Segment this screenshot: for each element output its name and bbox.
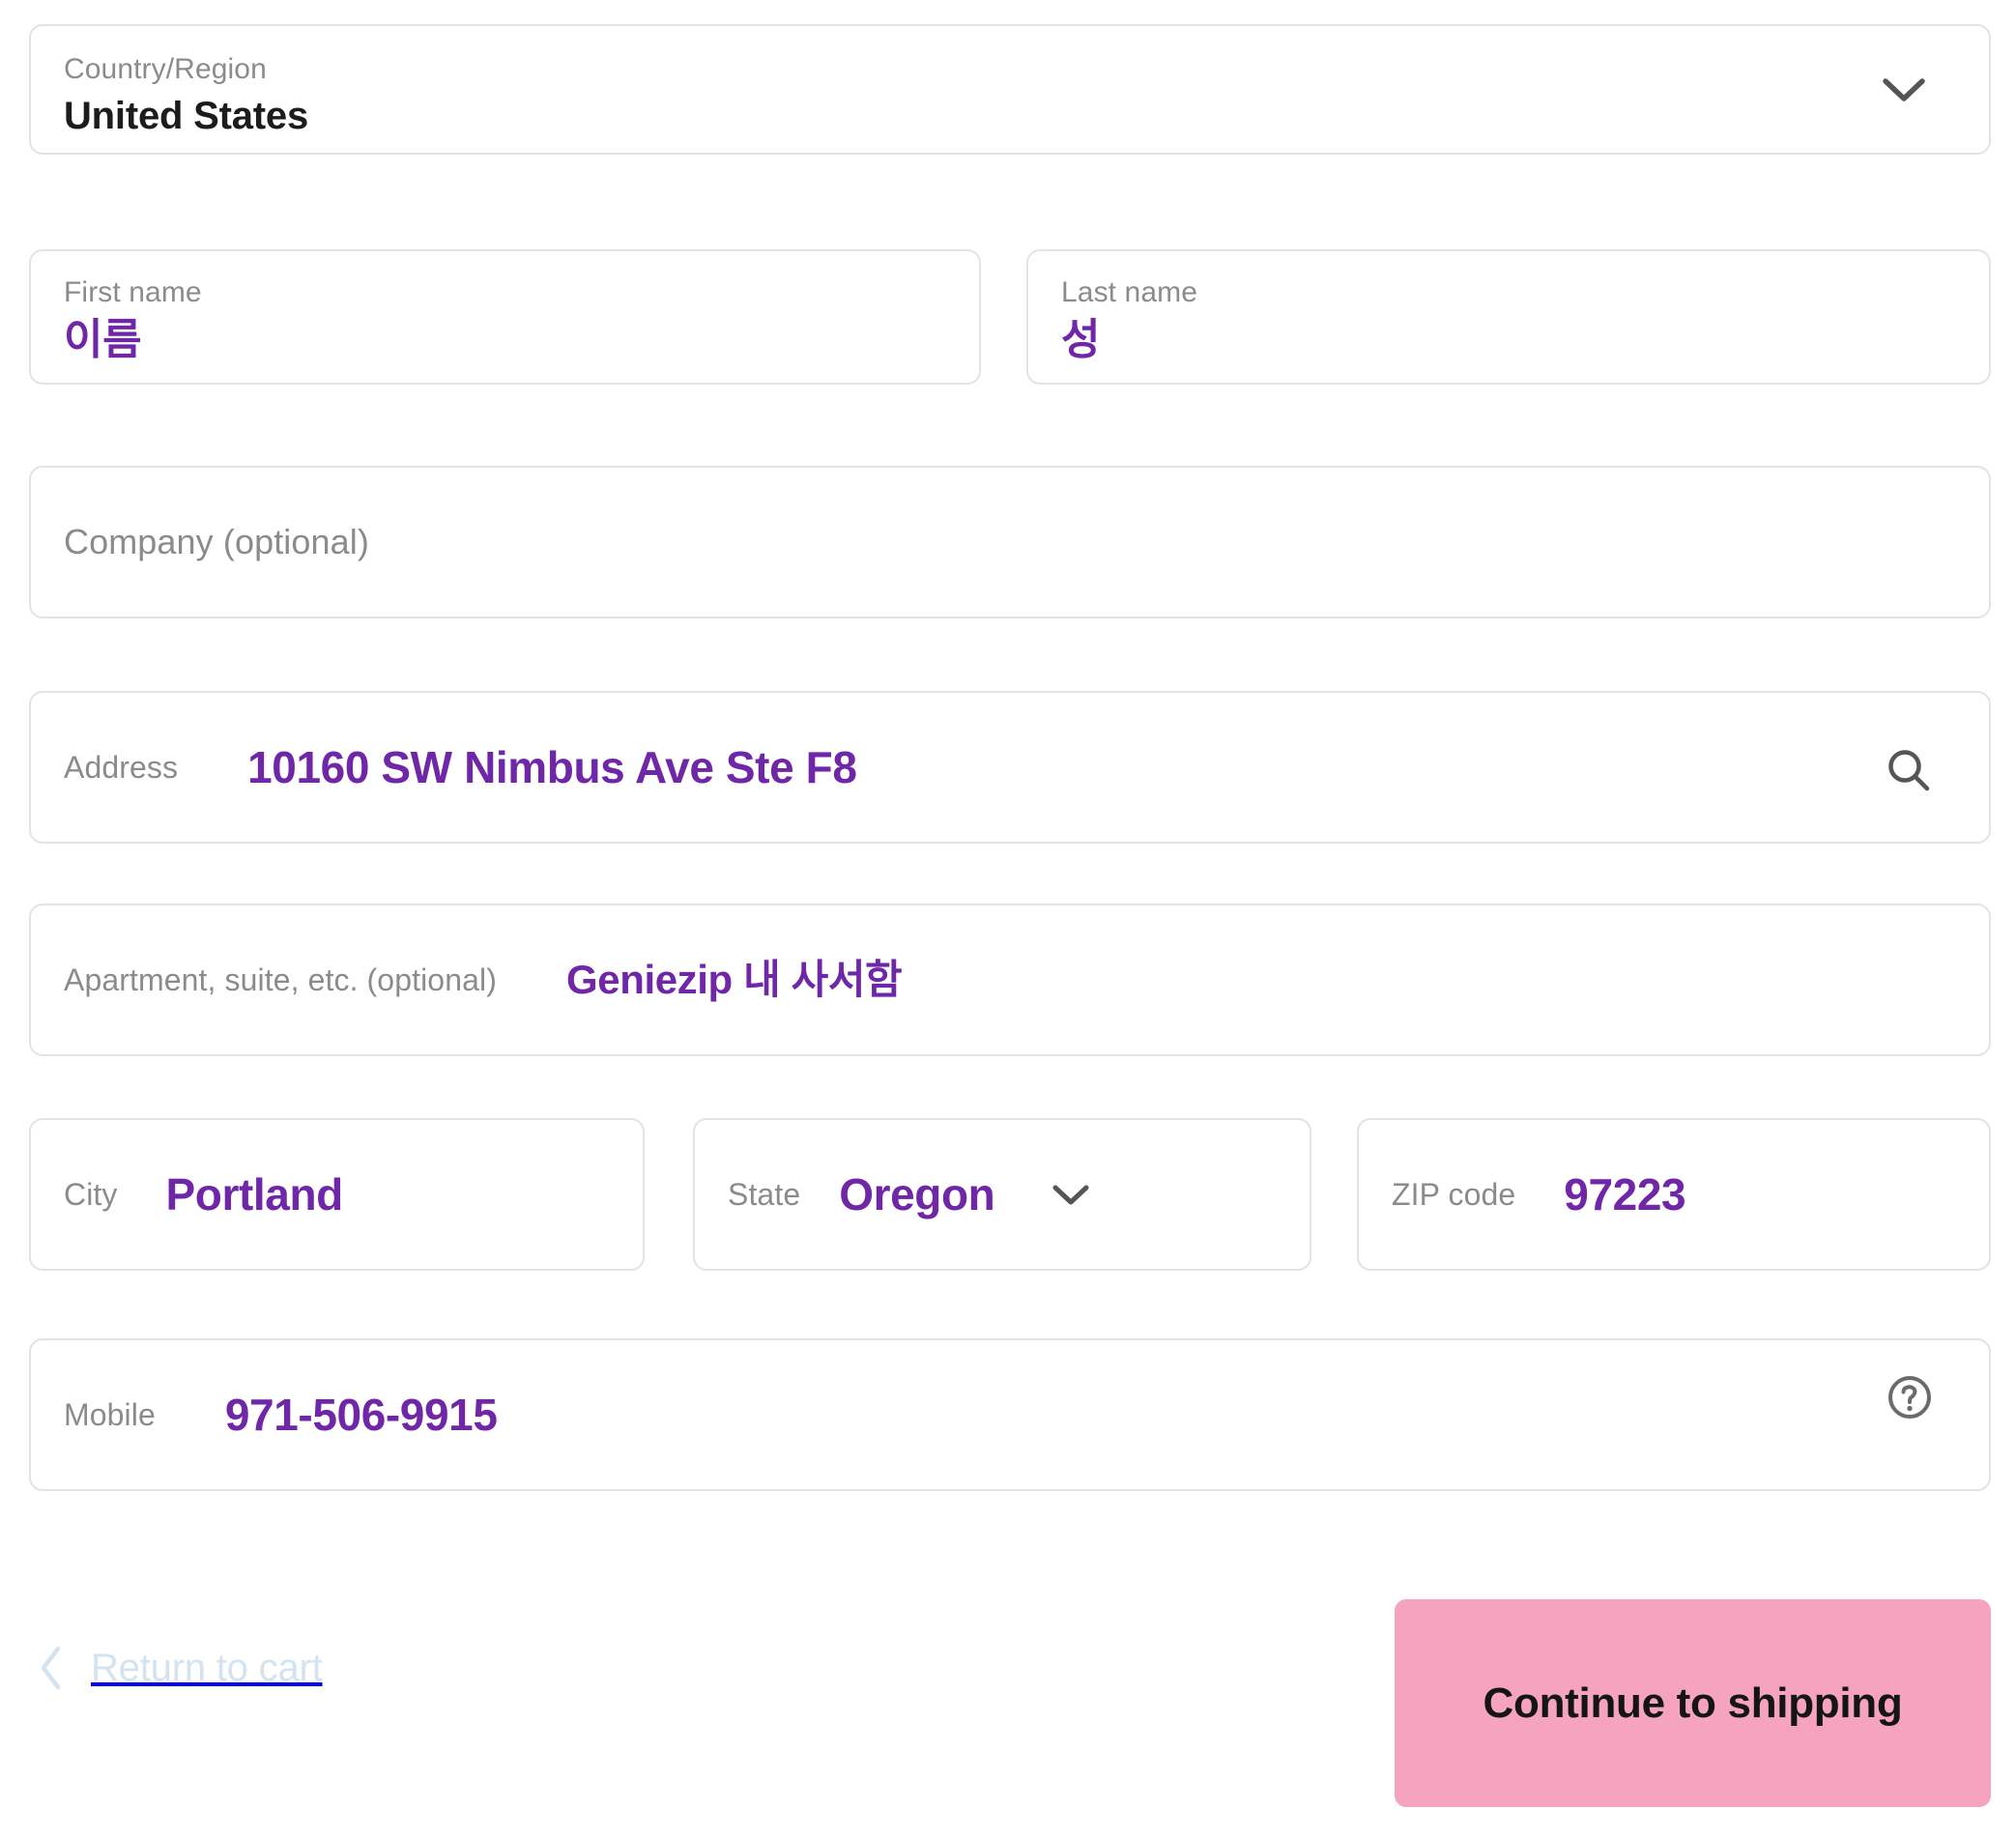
apartment-label: Apartment, suite, etc. (optional) <box>64 962 497 997</box>
chevron-down-icon[interactable] <box>1877 68 1931 112</box>
address-value: 10160 SW Nimbus Ave Ste F8 <box>247 742 857 792</box>
first-name-field[interactable]: First name 이름 <box>29 249 981 385</box>
chevron-left-icon <box>35 1643 68 1693</box>
city-label: City <box>64 1177 118 1212</box>
zip-code-value: 97223 <box>1564 1169 1686 1220</box>
help-circle-icon[interactable] <box>1883 1370 1937 1424</box>
search-icon[interactable] <box>1883 744 1937 798</box>
zip-code-label: ZIP code <box>1392 1177 1516 1212</box>
return-to-cart-link[interactable]: Return to cart <box>35 1643 323 1693</box>
first-name-value: 이름 <box>64 316 142 363</box>
chevron-down-icon[interactable] <box>1049 1175 1093 1214</box>
country-region-value: United States <box>64 95 309 137</box>
city-value: Portland <box>165 1169 344 1220</box>
country-region-label: Country/Region <box>64 53 267 85</box>
state-field[interactable]: State Oregon <box>693 1118 1311 1271</box>
shipping-address-form: Country/Region United States First name … <box>0 0 2016 1837</box>
apartment-value: Geniezip 내 사서함 <box>565 957 903 1002</box>
first-name-label: First name <box>64 276 202 308</box>
company-field[interactable]: Company (optional) <box>29 466 1991 618</box>
last-name-field[interactable]: Last name 성 <box>1026 249 1991 385</box>
mobile-field[interactable]: Mobile 971-506-9915 <box>29 1338 1991 1491</box>
last-name-value: 성 <box>1061 316 1101 363</box>
last-name-label: Last name <box>1061 276 1197 308</box>
address-label: Address <box>64 750 179 785</box>
continue-to-shipping-button[interactable]: Continue to shipping <box>1395 1599 1991 1807</box>
apartment-field[interactable]: Apartment, suite, etc. (optional) Geniez… <box>29 904 1991 1056</box>
city-field[interactable]: City Portland <box>29 1118 645 1271</box>
mobile-label: Mobile <box>64 1397 156 1432</box>
return-to-cart-label: Return to cart <box>91 1647 323 1689</box>
mobile-value: 971-506-9915 <box>224 1390 498 1440</box>
continue-to-shipping-label: Continue to shipping <box>1483 1679 1903 1727</box>
address-field[interactable]: Address 10160 SW Nimbus Ave Ste F8 <box>29 691 1991 844</box>
country-region-field[interactable]: Country/Region United States <box>29 24 1991 155</box>
company-placeholder: Company (optional) <box>64 522 369 561</box>
state-label: State <box>728 1177 801 1212</box>
zip-code-field[interactable]: ZIP code 97223 <box>1357 1118 1991 1271</box>
state-value: Oregon <box>839 1169 995 1220</box>
